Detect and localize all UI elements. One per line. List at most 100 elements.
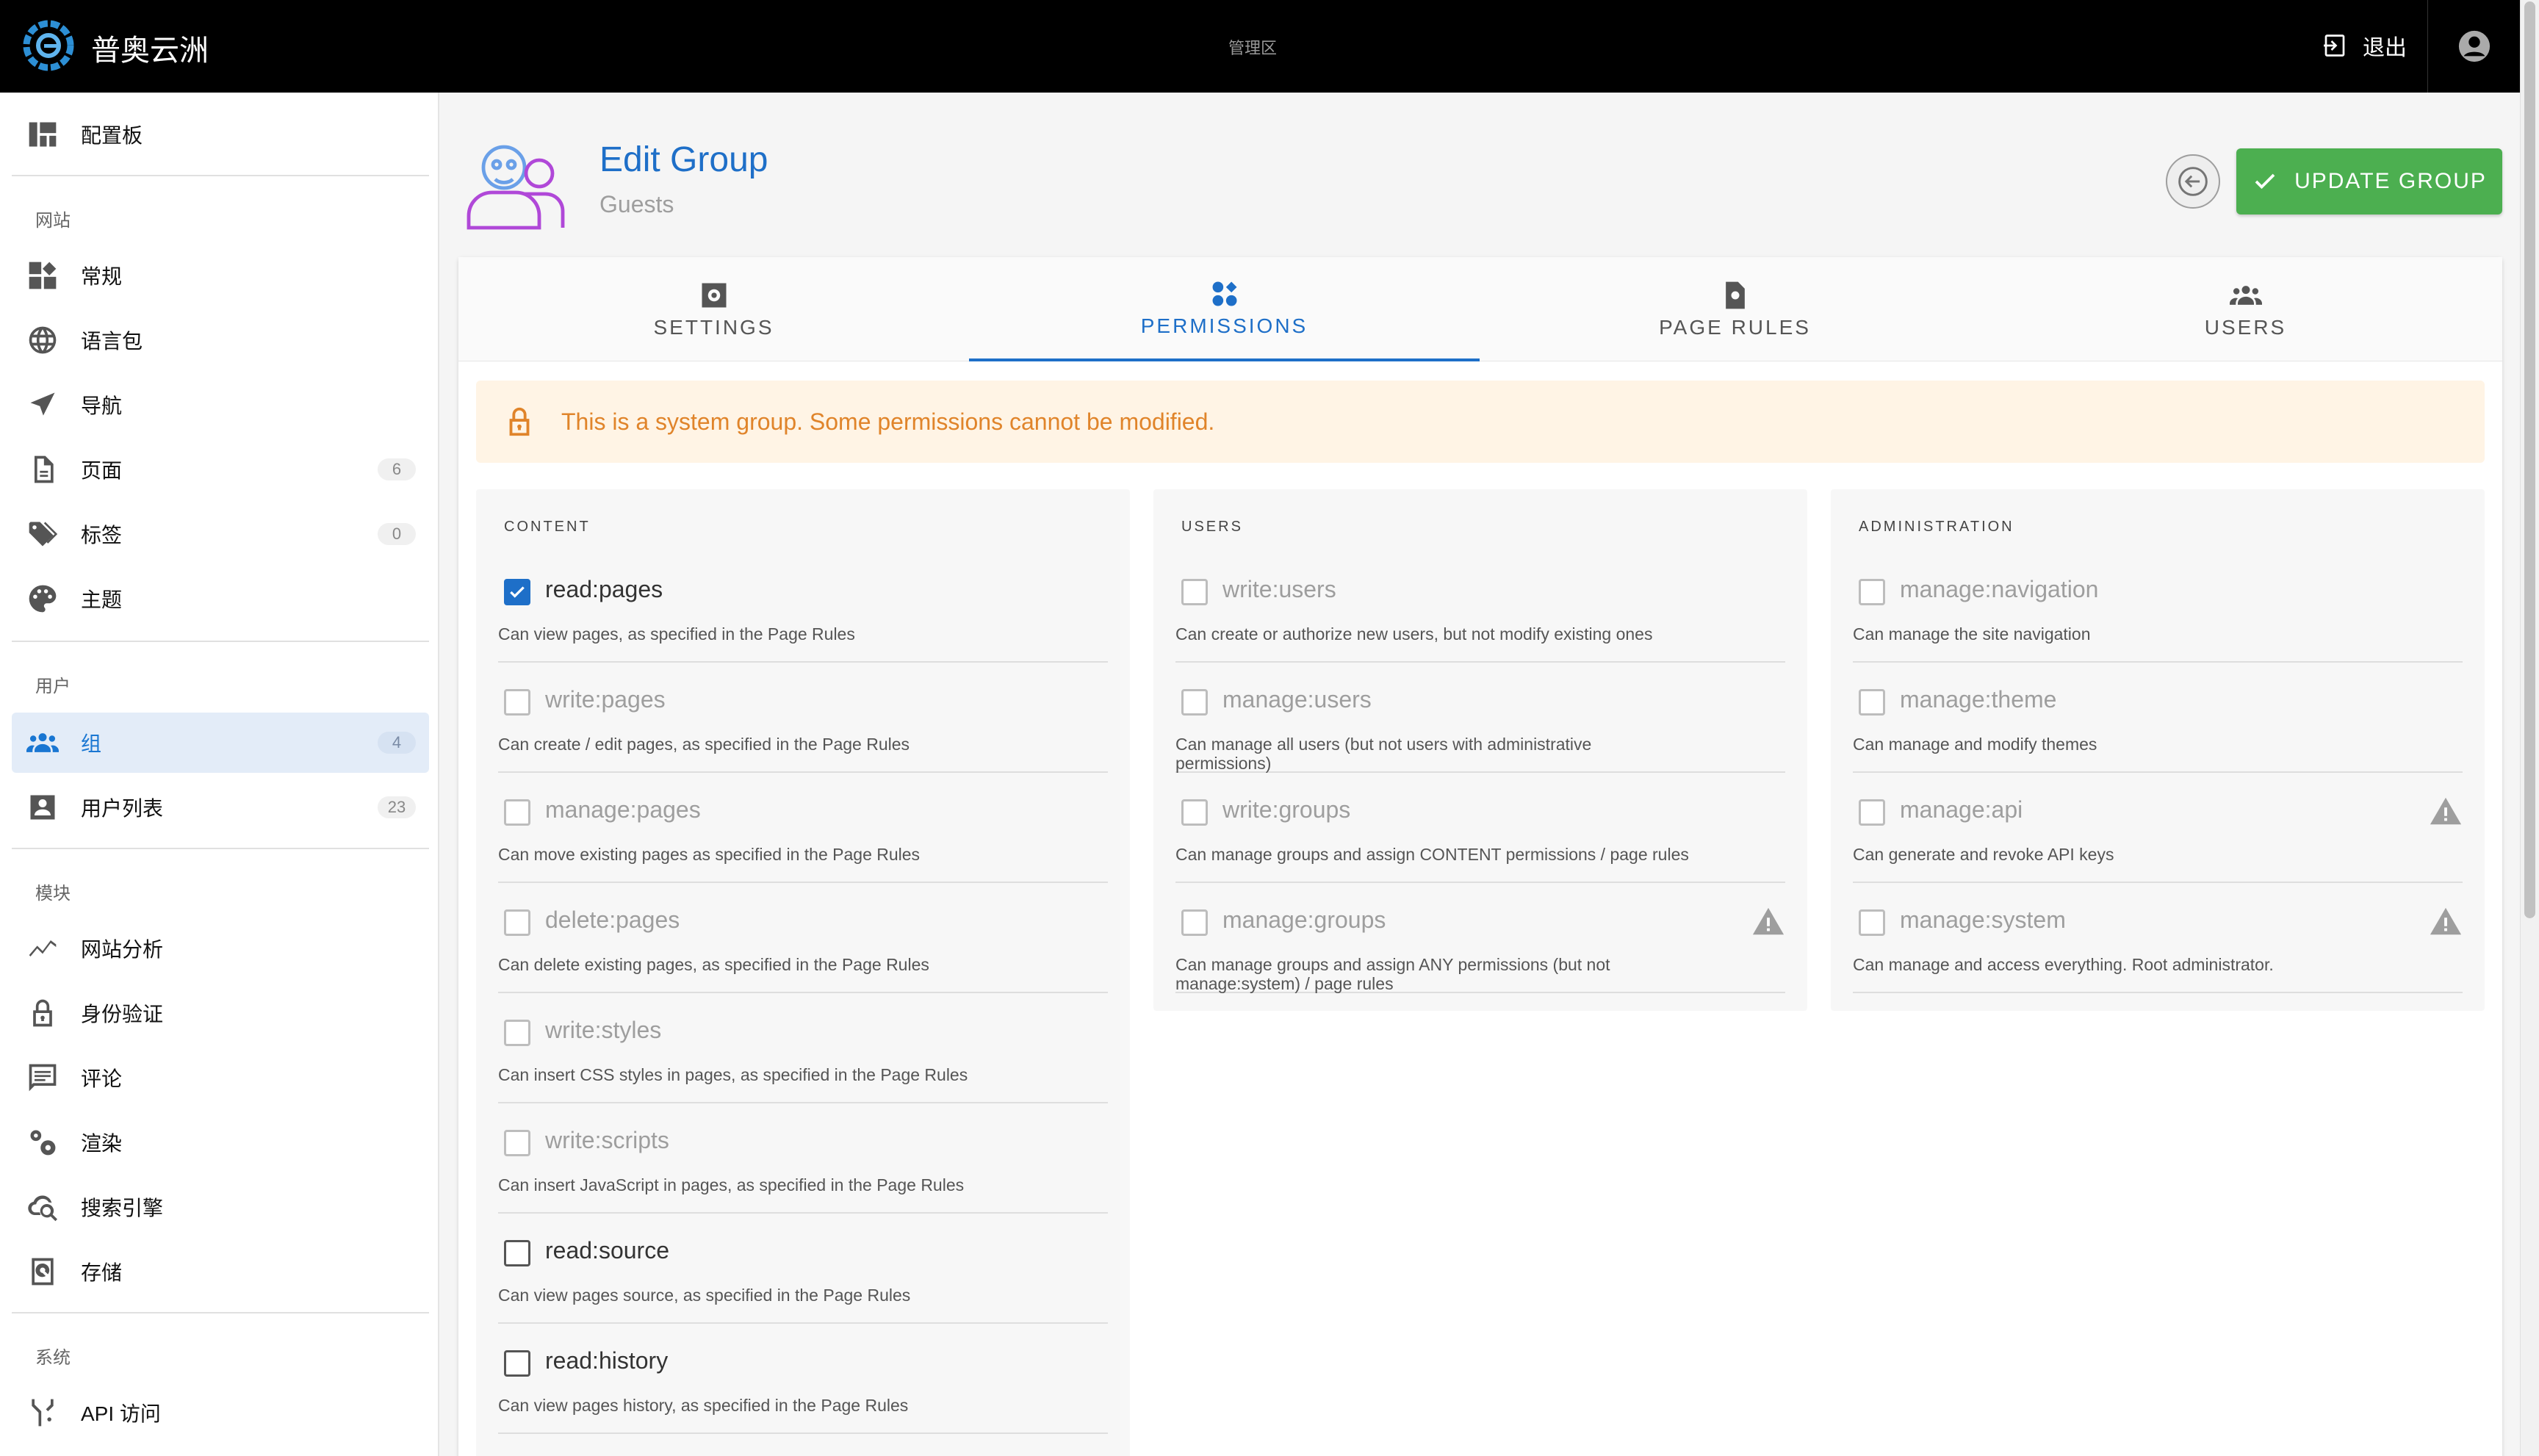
users-group-icon — [467, 145, 565, 230]
sidebar-item-dashboard[interactable]: 配置板 — [12, 104, 429, 165]
count-badge: 0 — [378, 523, 416, 545]
tab-users[interactable]: USERS — [1990, 257, 2501, 361]
permission-checkbox[interactable] — [504, 1350, 530, 1377]
sidebar-item-comments[interactable]: 评论 — [12, 1048, 429, 1108]
permission-checkbox — [1181, 799, 1208, 826]
sidebar-item-theme[interactable]: 主题 — [12, 569, 429, 629]
section-label-modules: 模块 — [35, 884, 71, 904]
tab-page-rules[interactable]: PAGE RULES — [1480, 257, 1990, 361]
sidebar-item-label: 常规 — [81, 265, 123, 288]
permission-row: delete:pages Can delete existing pages, a… — [498, 883, 1108, 993]
sidebar-item-pages[interactable]: 页面 6 — [12, 439, 429, 500]
permission-description: Can view pages source, as specified in t… — [498, 1286, 911, 1305]
column-title: USERS — [1181, 519, 1243, 535]
sidebar-item-label: 配置板 — [81, 124, 143, 147]
sidebar-item-user-list[interactable]: 用户列表 23 — [12, 777, 429, 837]
permission-description: Can create / edit pages, as specified in… — [498, 735, 910, 754]
sidebar-item-general[interactable]: 常规 — [12, 245, 429, 306]
permission-checkbox — [504, 799, 530, 826]
sidebar-item-storage[interactable]: 存储 — [12, 1241, 429, 1302]
permission-description: Can manage all users (but not users with… — [1175, 735, 1592, 773]
sidebar-item-auth[interactable]: 身份验证 — [12, 983, 429, 1043]
permission-name: delete:pages — [545, 907, 680, 933]
tab-settings[interactable]: SETTINGS — [458, 257, 969, 361]
scrollbar[interactable] — [2520, 0, 2539, 1456]
update-group-button[interactable]: UPDATE GROUP — [2236, 148, 2502, 215]
section-label-site: 网站 — [35, 211, 71, 231]
top-bar: 普奥云洲 管理区 退出 — [0, 0, 2520, 93]
permission-description: Can manage the site navigation — [1853, 624, 2091, 644]
group-editor-card: SETTINGS PERMISSIONS PAGE RULES USERS Th… — [458, 257, 2502, 1456]
lock-icon — [509, 407, 530, 436]
permission-name: write:scripts — [545, 1127, 669, 1153]
sidebar-item-api[interactable]: API 访问 — [12, 1383, 429, 1443]
sidebar-item-navigation[interactable]: 导航 — [12, 375, 429, 435]
sidebar-item-language[interactable]: 语言包 — [12, 310, 429, 370]
permission-column-administration: ADMINISTRATION manage:navigation Can manag… — [1831, 489, 2485, 1011]
permission-name: write:styles — [545, 1017, 662, 1043]
permission-description: Can manage and modify themes — [1853, 735, 2097, 754]
permission-row: manage:theme Can manage and modify themes — [1853, 663, 2463, 773]
sidebar-item-analytics[interactable]: 网站分析 — [12, 918, 429, 979]
lock-icon — [12, 997, 73, 1029]
permission-description: Can create or authorize new users, but n… — [1175, 624, 1653, 644]
account-button[interactable] — [2427, 0, 2520, 93]
permission-name: manage:theme — [1900, 686, 2057, 713]
permission-name[interactable]: read:source — [545, 1237, 669, 1264]
sidebar-item-label: 页面 — [81, 459, 123, 482]
sidebar: 配置板 网站 常规 语言包 导航 页面 6 标签 0 主题 用户 组 4 用户列… — [0, 93, 439, 1456]
permission-name[interactable]: read:pages — [545, 576, 663, 603]
sidebar-item-label: 存储 — [81, 1261, 123, 1284]
brand-name[interactable]: 普奥云洲 — [91, 26, 209, 69]
general-icon — [12, 259, 73, 292]
sidebar-item-label: 用户列表 — [81, 797, 164, 820]
permission-checkbox — [1859, 909, 1885, 936]
permission-row: read:pages Can view pages, as specified i… — [498, 552, 1108, 663]
warning-icon — [2430, 907, 2462, 935]
permission-checkbox — [504, 1020, 530, 1046]
sidebar-item-label: 主题 — [81, 588, 123, 611]
sidebar-item-tags[interactable]: 标签 0 — [12, 504, 429, 564]
tab-bar: SETTINGS PERMISSIONS PAGE RULES USERS — [458, 257, 2502, 361]
storage-icon — [12, 1255, 73, 1288]
gears-icon — [12, 1126, 73, 1158]
count-badge: 23 — [378, 796, 416, 818]
group-icon — [12, 727, 73, 759]
warning-icon — [1752, 907, 1784, 935]
permission-description: Can generate and revoke API keys — [1853, 845, 2114, 864]
permission-description: Can manage and access everything. Root a… — [1853, 955, 2274, 974]
permission-checkbox — [504, 689, 530, 716]
user-list-icon — [12, 791, 73, 823]
sidebar-item-label: 评论 — [81, 1067, 123, 1090]
sidebar-item-groups[interactable]: 组 4 — [12, 713, 429, 773]
tab-label: USERS — [2204, 316, 2287, 339]
sidebar-item-label: API 访问 — [81, 1402, 161, 1425]
permission-description: Can view pages history, as specified in … — [498, 1396, 909, 1415]
users-icon — [2229, 286, 2262, 305]
tab-permissions[interactable]: PERMISSIONS — [969, 257, 1480, 361]
permission-name[interactable]: read:history — [545, 1347, 668, 1374]
sidebar-item-label: 组 — [81, 732, 102, 755]
scrollbar-thumb[interactable] — [2524, 1, 2535, 918]
settings-icon — [702, 283, 726, 308]
permission-row: write:styles Can insert CSS styles in pag… — [498, 993, 1108, 1103]
permission-name: manage:api — [1900, 796, 2023, 823]
account-icon — [2458, 30, 2490, 62]
permissions-icon — [1212, 281, 1236, 306]
permission-checkbox — [1181, 579, 1208, 605]
update-group-label: UPDATE GROUP — [2294, 169, 2487, 193]
permission-checkbox[interactable] — [504, 1240, 530, 1266]
tab-label: PAGE RULES — [1659, 316, 1811, 339]
logout-button[interactable]: 退出 — [2322, 26, 2407, 65]
permission-row: manage:pages Can move existing pages as s… — [498, 773, 1108, 883]
permission-row: read:source Can view pages source, as spe… — [498, 1214, 1108, 1324]
sidebar-item-rendering[interactable]: 渲染 — [12, 1112, 429, 1172]
permission-checkbox — [1859, 689, 1885, 716]
back-button[interactable] — [2166, 154, 2220, 209]
permission-checkbox[interactable] — [504, 579, 530, 605]
sidebar-item-search[interactable]: 搜索引擎 — [12, 1177, 429, 1237]
admin-area-label: 管理区 — [1228, 39, 1278, 57]
sidebar-item-label: 导航 — [81, 394, 123, 417]
logo-icon[interactable] — [21, 18, 76, 73]
section-label-users: 用户 — [35, 677, 71, 696]
